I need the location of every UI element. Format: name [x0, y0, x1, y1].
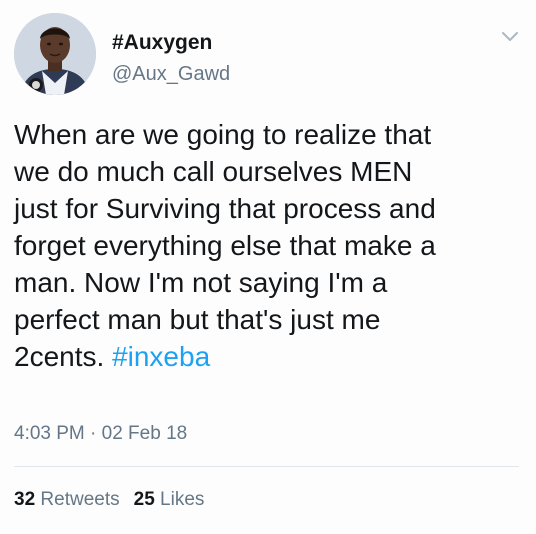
retweets-count: 32 [14, 489, 36, 510]
tweet-text-line: just for Surviving that process and [14, 193, 436, 224]
tweet-text-line: we do much call ourselves MEN [14, 156, 413, 187]
retweets-label: Retweets [40, 489, 120, 510]
tweet-text-line: man. Now I'm not saying I'm a [14, 267, 388, 298]
avatar[interactable] [14, 13, 96, 95]
retweets-stat[interactable]: 32 Retweets [14, 489, 120, 510]
user-handle[interactable]: @Aux_Gawd [112, 62, 230, 86]
tweet-text-line: forget everything else that make a [14, 230, 436, 261]
tweet-stats: 32 Retweets 25 Likes [14, 488, 204, 512]
tweet-text: When are we going to realize that we do m… [14, 116, 529, 375]
tweet-text-line: perfect man but that's just me [14, 304, 381, 335]
tweet-text-line: 2cents. [14, 341, 113, 372]
likes-label: Likes [160, 489, 205, 510]
likes-count: 25 [133, 489, 155, 510]
divider [14, 466, 519, 467]
hashtag-link[interactable]: #inxeba [112, 341, 210, 372]
chevron-down-icon[interactable] [500, 30, 520, 44]
likes-stat[interactable]: 25 Likes [134, 489, 205, 510]
tweet-text-line: When are we going to realize that [14, 119, 432, 150]
tweet-card: #Auxygen @Aux_Gawd When are we going to … [0, 0, 536, 534]
user-avatar-image [14, 13, 96, 95]
display-name[interactable]: #Auxygen [112, 31, 212, 55]
tweet-timestamp[interactable]: 4:03 PM · 02 Feb 18 [14, 422, 187, 446]
